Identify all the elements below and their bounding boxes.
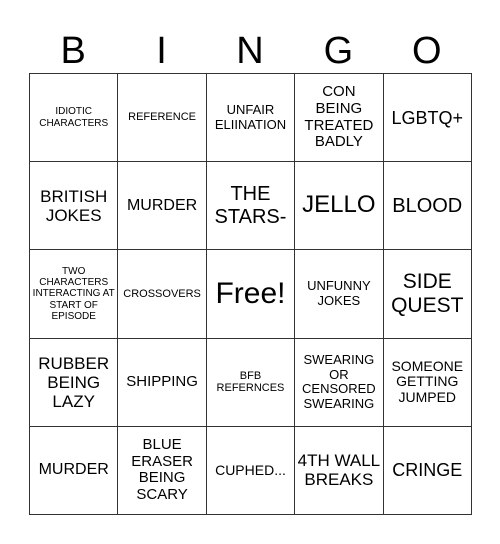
bingo-cell[interactable]: SIDE QUEST: [382, 249, 472, 339]
bingo-cell[interactable]: CRINGE: [382, 425, 472, 515]
bingo-row: IDIOTIC CHARACTERS REFERENCE UNFAIR ELII…: [28, 72, 472, 163]
bingo-cell[interactable]: UNFUNNY JOKES: [294, 249, 384, 339]
bingo-cell[interactable]: CUPHED...: [205, 425, 296, 515]
bingo-row: MURDER BLUE ERASER BEING SCARY CUPHED...…: [28, 425, 472, 515]
header-letter-n: N: [236, 30, 264, 72]
bingo-row: BRITISH JOKES MURDER THE STARS- JELLO BL…: [28, 161, 472, 251]
bingo-cell[interactable]: REFERENCE: [117, 72, 207, 163]
bingo-cell[interactable]: SHIPPING: [117, 337, 207, 427]
bingo-cell[interactable]: CROSSOVERS: [117, 249, 207, 339]
bingo-cell[interactable]: 4TH WALL BREAKS: [294, 425, 384, 515]
header-letter-b: B: [60, 30, 86, 72]
header-letter-g: G: [323, 30, 354, 72]
bingo-row: TWO CHARACTERS INTERACTING AT START OF E…: [28, 249, 472, 339]
bingo-cell[interactable]: JELLO: [294, 161, 384, 251]
bingo-cell[interactable]: CON BEING TREATED BADLY: [294, 72, 384, 163]
bingo-cell[interactable]: BRITISH JOKES: [28, 161, 119, 251]
bingo-card: IDIOTIC CHARACTERS REFERENCE UNFAIR ELII…: [28, 72, 472, 515]
bingo-cell[interactable]: TWO CHARACTERS INTERACTING AT START OF E…: [28, 249, 119, 339]
bingo-cell[interactable]: MURDER: [117, 161, 207, 251]
bingo-cell[interactable]: BFB REFERNCES: [205, 337, 296, 427]
header-letter-o: O: [411, 30, 442, 72]
bingo-cell[interactable]: THE STARS-: [205, 161, 296, 251]
header-letter-i: I: [156, 30, 167, 72]
bingo-cell[interactable]: BLUE ERASER BEING SCARY: [117, 425, 207, 515]
bingo-cell[interactable]: IDIOTIC CHARACTERS: [28, 72, 119, 163]
free-space[interactable]: Free!: [205, 249, 296, 339]
bingo-cell[interactable]: RUBBER BEING LAZY: [28, 337, 119, 427]
bingo-cell[interactable]: SOMEONE GETTING JUMPED: [382, 337, 472, 427]
bingo-cell[interactable]: BLOOD: [382, 161, 472, 251]
bingo-cell[interactable]: LGBTQ+: [382, 72, 472, 163]
bingo-cell[interactable]: UNFAIR ELIINATION: [205, 72, 296, 163]
bingo-row: RUBBER BEING LAZY SHIPPING BFB REFERNCES…: [28, 337, 472, 427]
bingo-cell[interactable]: MURDER: [28, 425, 119, 515]
bingo-cell[interactable]: SWEARING OR CENSORED SWEARING: [294, 337, 384, 427]
bingo-header: B I N G O: [29, 28, 471, 74]
